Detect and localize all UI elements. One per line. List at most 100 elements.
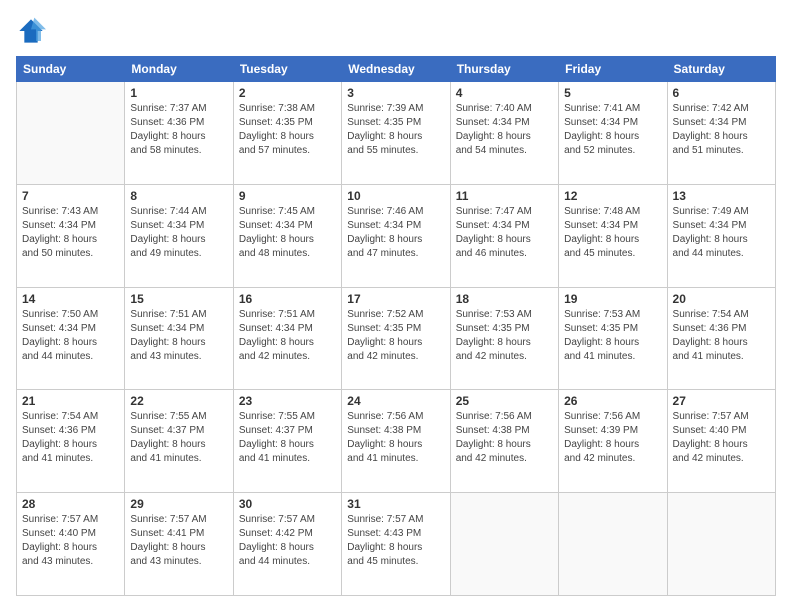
day-info: Sunrise: 7:53 AM Sunset: 4:35 PM Dayligh…	[456, 308, 553, 364]
day-info: Sunrise: 7:57 AM Sunset: 4:43 PM Dayligh…	[347, 513, 444, 569]
day-info: Sunrise: 7:47 AM Sunset: 4:34 PM Dayligh…	[456, 205, 553, 261]
logo	[16, 16, 50, 46]
day-cell: 14 Sunrise: 7:50 AM Sunset: 4:34 PM Dayli…	[17, 287, 125, 390]
day-number: 23	[239, 394, 336, 408]
day-cell: 5 Sunrise: 7:41 AM Sunset: 4:34 PM Daylig…	[559, 82, 667, 185]
day-cell: 25 Sunrise: 7:56 AM Sunset: 4:38 PM Dayli…	[450, 390, 558, 493]
day-info: Sunrise: 7:57 AM Sunset: 4:42 PM Dayligh…	[239, 513, 336, 569]
day-cell: 12 Sunrise: 7:48 AM Sunset: 4:34 PM Dayli…	[559, 184, 667, 287]
day-number: 12	[564, 189, 661, 203]
day-cell: 24 Sunrise: 7:56 AM Sunset: 4:38 PM Dayli…	[342, 390, 450, 493]
day-info: Sunrise: 7:50 AM Sunset: 4:34 PM Dayligh…	[22, 308, 119, 364]
day-info: Sunrise: 7:54 AM Sunset: 4:36 PM Dayligh…	[673, 308, 770, 364]
day-number: 14	[22, 292, 119, 306]
day-cell: 3Sunrise: 7:39 AM Sunset: 4:35 PM Daylig…	[342, 82, 450, 185]
day-info: Sunrise: 7:40 AM Sunset: 4:34 PM Dayligh…	[456, 102, 553, 158]
day-cell: 16 Sunrise: 7:51 AM Sunset: 4:34 PM Dayli…	[233, 287, 341, 390]
day-number: 11	[456, 189, 553, 203]
weekday-header-thursday: Thursday	[450, 57, 558, 82]
day-number: 5	[564, 86, 661, 100]
day-cell: 6Sunrise: 7:42 AM Sunset: 4:34 PM Daylig…	[667, 82, 775, 185]
day-number: 18	[456, 292, 553, 306]
day-info: Sunrise: 7:38 AM Sunset: 4:35 PM Dayligh…	[239, 102, 336, 158]
day-cell: 21 Sunrise: 7:54 AM Sunset: 4:36 PM Dayli…	[17, 390, 125, 493]
day-number: 20	[673, 292, 770, 306]
week-row-5: 28 Sunrise: 7:57 AM Sunset: 4:40 PM Dayli…	[17, 493, 776, 596]
calendar-table: SundayMondayTuesdayWednesdayThursdayFrid…	[16, 56, 776, 596]
day-cell: 11 Sunrise: 7:47 AM Sunset: 4:34 PM Dayli…	[450, 184, 558, 287]
day-number: 22	[130, 394, 227, 408]
weekday-header-tuesday: Tuesday	[233, 57, 341, 82]
week-row-4: 21 Sunrise: 7:54 AM Sunset: 4:36 PM Dayli…	[17, 390, 776, 493]
day-info: Sunrise: 7:57 AM Sunset: 4:40 PM Dayligh…	[22, 513, 119, 569]
day-number: 1	[130, 86, 227, 100]
day-cell: 30 Sunrise: 7:57 AM Sunset: 4:42 PM Dayli…	[233, 493, 341, 596]
day-number: 24	[347, 394, 444, 408]
weekday-header-saturday: Saturday	[667, 57, 775, 82]
day-number: 9	[239, 189, 336, 203]
day-info: Sunrise: 7:46 AM Sunset: 4:34 PM Dayligh…	[347, 205, 444, 261]
day-cell	[450, 493, 558, 596]
day-cell: 28 Sunrise: 7:57 AM Sunset: 4:40 PM Dayli…	[17, 493, 125, 596]
day-cell: 1 Sunrise: 7:37 AM Sunset: 4:36 PM Daylig…	[125, 82, 233, 185]
weekday-header-sunday: Sunday	[17, 57, 125, 82]
day-info: Sunrise: 7:57 AM Sunset: 4:40 PM Dayligh…	[673, 410, 770, 466]
header	[16, 16, 776, 46]
day-number: 4	[456, 86, 553, 100]
day-info: Sunrise: 7:53 AM Sunset: 4:35 PM Dayligh…	[564, 308, 661, 364]
day-cell	[667, 493, 775, 596]
day-info: Sunrise: 7:54 AM Sunset: 4:36 PM Dayligh…	[22, 410, 119, 466]
day-number: 21	[22, 394, 119, 408]
day-cell: 10 Sunrise: 7:46 AM Sunset: 4:34 PM Dayli…	[342, 184, 450, 287]
day-info: Sunrise: 7:57 AM Sunset: 4:41 PM Dayligh…	[130, 513, 227, 569]
day-cell: 18 Sunrise: 7:53 AM Sunset: 4:35 PM Dayli…	[450, 287, 558, 390]
day-cell: 19 Sunrise: 7:53 AM Sunset: 4:35 PM Dayli…	[559, 287, 667, 390]
week-row-3: 14 Sunrise: 7:50 AM Sunset: 4:34 PM Dayli…	[17, 287, 776, 390]
day-number: 7	[22, 189, 119, 203]
day-number: 26	[564, 394, 661, 408]
day-info: Sunrise: 7:56 AM Sunset: 4:38 PM Dayligh…	[456, 410, 553, 466]
day-cell: 15 Sunrise: 7:51 AM Sunset: 4:34 PM Dayli…	[125, 287, 233, 390]
day-info: Sunrise: 7:56 AM Sunset: 4:38 PM Dayligh…	[347, 410, 444, 466]
day-info: Sunrise: 7:51 AM Sunset: 4:34 PM Dayligh…	[130, 308, 227, 364]
day-cell: 31 Sunrise: 7:57 AM Sunset: 4:43 PM Dayli…	[342, 493, 450, 596]
weekday-header-monday: Monday	[125, 57, 233, 82]
day-number: 15	[130, 292, 227, 306]
page: SundayMondayTuesdayWednesdayThursdayFrid…	[0, 0, 792, 612]
day-number: 28	[22, 497, 119, 511]
day-info: Sunrise: 7:41 AM Sunset: 4:34 PM Dayligh…	[564, 102, 661, 158]
day-number: 17	[347, 292, 444, 306]
day-info: Sunrise: 7:49 AM Sunset: 4:34 PM Dayligh…	[673, 205, 770, 261]
day-info: Sunrise: 7:48 AM Sunset: 4:34 PM Dayligh…	[564, 205, 661, 261]
day-number: 27	[673, 394, 770, 408]
day-cell: 29Sunrise: 7:57 AM Sunset: 4:41 PM Dayli…	[125, 493, 233, 596]
day-cell: 13 Sunrise: 7:49 AM Sunset: 4:34 PM Dayli…	[667, 184, 775, 287]
day-info: Sunrise: 7:55 AM Sunset: 4:37 PM Dayligh…	[239, 410, 336, 466]
day-cell: 7 Sunrise: 7:43 AM Sunset: 4:34 PM Daylig…	[17, 184, 125, 287]
day-cell	[559, 493, 667, 596]
day-info: Sunrise: 7:42 AM Sunset: 4:34 PM Dayligh…	[673, 102, 770, 158]
day-number: 16	[239, 292, 336, 306]
week-row-2: 7 Sunrise: 7:43 AM Sunset: 4:34 PM Daylig…	[17, 184, 776, 287]
day-info: Sunrise: 7:37 AM Sunset: 4:36 PM Dayligh…	[130, 102, 227, 158]
day-number: 8	[130, 189, 227, 203]
day-cell: 17 Sunrise: 7:52 AM Sunset: 4:35 PM Dayli…	[342, 287, 450, 390]
day-number: 25	[456, 394, 553, 408]
day-number: 19	[564, 292, 661, 306]
day-cell: 8Sunrise: 7:44 AM Sunset: 4:34 PM Daylig…	[125, 184, 233, 287]
day-info: Sunrise: 7:43 AM Sunset: 4:34 PM Dayligh…	[22, 205, 119, 261]
day-number: 10	[347, 189, 444, 203]
weekday-header-friday: Friday	[559, 57, 667, 82]
day-number: 13	[673, 189, 770, 203]
day-number: 2	[239, 86, 336, 100]
logo-icon	[16, 16, 46, 46]
day-info: Sunrise: 7:56 AM Sunset: 4:39 PM Dayligh…	[564, 410, 661, 466]
day-number: 30	[239, 497, 336, 511]
day-number: 31	[347, 497, 444, 511]
day-cell: 23 Sunrise: 7:55 AM Sunset: 4:37 PM Dayli…	[233, 390, 341, 493]
day-info: Sunrise: 7:39 AM Sunset: 4:35 PM Dayligh…	[347, 102, 444, 158]
day-info: Sunrise: 7:51 AM Sunset: 4:34 PM Dayligh…	[239, 308, 336, 364]
day-cell	[17, 82, 125, 185]
day-cell: 2 Sunrise: 7:38 AM Sunset: 4:35 PM Daylig…	[233, 82, 341, 185]
day-info: Sunrise: 7:52 AM Sunset: 4:35 PM Dayligh…	[347, 308, 444, 364]
